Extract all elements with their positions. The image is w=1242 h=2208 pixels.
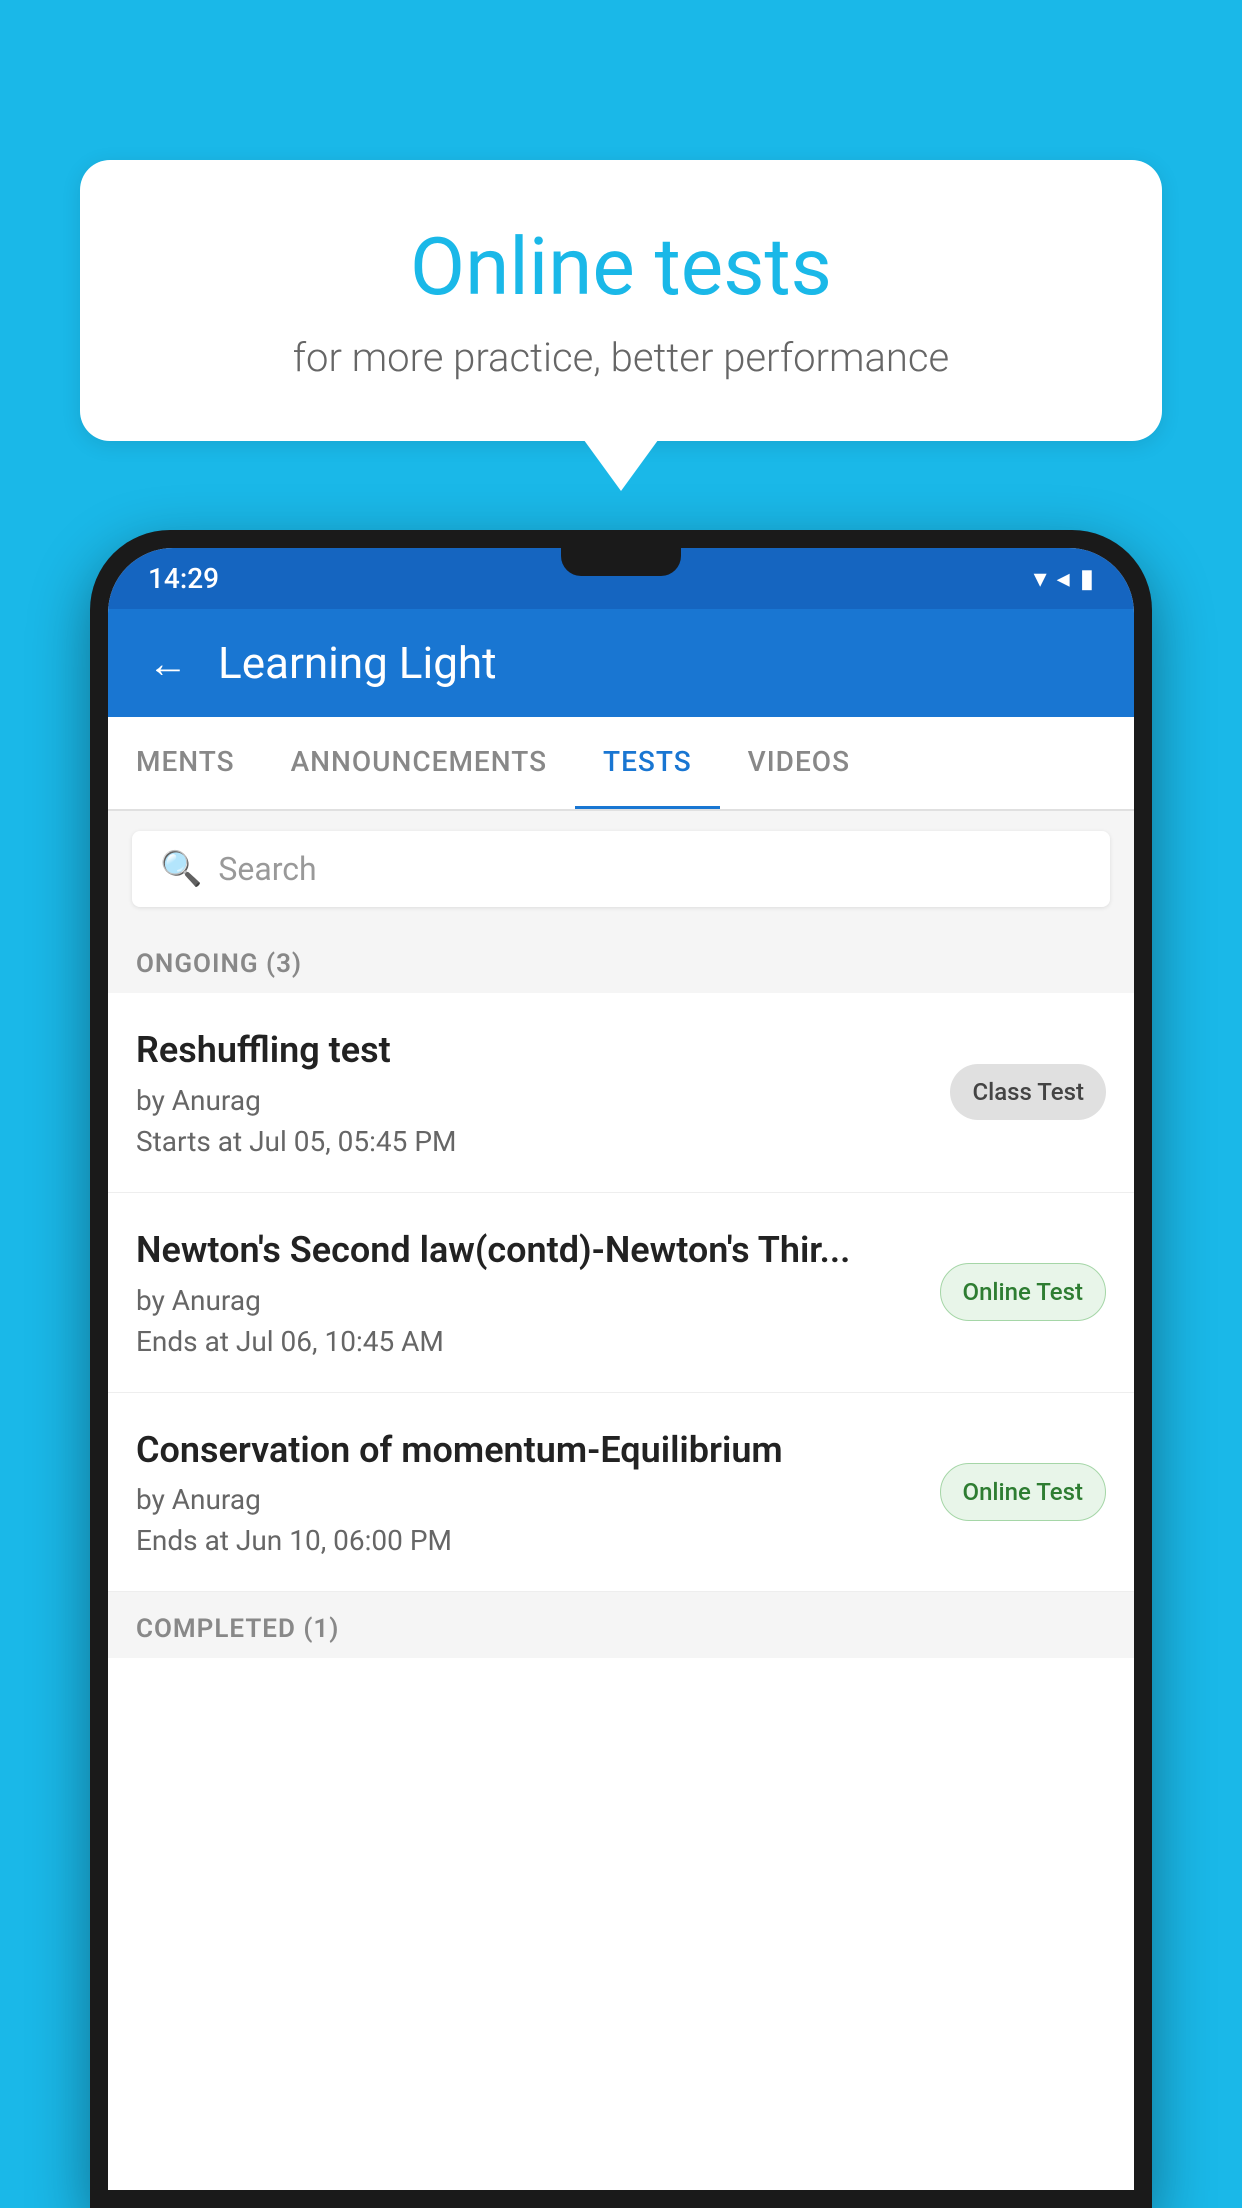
test-date-1: Starts at Jul 05, 05:45 PM bbox=[136, 1125, 930, 1158]
back-button[interactable]: ← bbox=[148, 640, 188, 687]
phone-notch bbox=[561, 548, 681, 576]
search-container: 🔍 Search bbox=[108, 811, 1134, 927]
test-author-1: by Anurag bbox=[136, 1084, 930, 1117]
ongoing-section-header: ONGOING (3) bbox=[108, 927, 1134, 993]
bubble-title: Online tests bbox=[160, 220, 1082, 314]
tab-tests[interactable]: TESTS bbox=[575, 717, 720, 809]
speech-bubble: Online tests for more practice, better p… bbox=[80, 160, 1162, 441]
test-item-2[interactable]: Newton's Second law(contd)-Newton's Thir… bbox=[108, 1193, 1134, 1393]
status-time: 14:29 bbox=[148, 562, 219, 595]
test-date-2: Ends at Jul 06, 10:45 AM bbox=[136, 1325, 920, 1358]
test-item-3[interactable]: Conservation of momentum-Equilibrium by … bbox=[108, 1393, 1134, 1593]
signal-icon: ◂ bbox=[1057, 564, 1070, 594]
test-info-1: Reshuffling test by Anurag Starts at Jul… bbox=[136, 1027, 950, 1158]
test-name-1: Reshuffling test bbox=[136, 1027, 930, 1074]
test-badge-2: Online Test bbox=[940, 1263, 1106, 1321]
test-author-2: by Anurag bbox=[136, 1284, 920, 1317]
search-placeholder-text: Search bbox=[218, 850, 316, 888]
tab-videos[interactable]: VIDEOS bbox=[720, 717, 878, 809]
test-name-3: Conservation of momentum-Equilibrium bbox=[136, 1427, 920, 1474]
status-icons: ▾ ◂ ▮ bbox=[1034, 564, 1094, 594]
search-icon: 🔍 bbox=[160, 849, 202, 889]
search-bar[interactable]: 🔍 Search bbox=[132, 831, 1110, 907]
test-date-3: Ends at Jun 10, 06:00 PM bbox=[136, 1524, 920, 1557]
test-info-3: Conservation of momentum-Equilibrium by … bbox=[136, 1427, 940, 1558]
test-name-2: Newton's Second law(contd)-Newton's Thir… bbox=[136, 1227, 920, 1274]
phone-frame: 14:29 ▾ ◂ ▮ ← Learning Light MENTS ANNOU… bbox=[90, 530, 1152, 2208]
phone-screen: 14:29 ▾ ◂ ▮ ← Learning Light MENTS ANNOU… bbox=[108, 548, 1134, 2190]
test-author-3: by Anurag bbox=[136, 1483, 920, 1516]
completed-section-header: COMPLETED (1) bbox=[108, 1592, 1134, 1658]
test-badge-3: Online Test bbox=[940, 1463, 1106, 1521]
tabs-container: MENTS ANNOUNCEMENTS TESTS VIDEOS bbox=[108, 717, 1134, 811]
test-info-2: Newton's Second law(contd)-Newton's Thir… bbox=[136, 1227, 940, 1358]
app-title: Learning Light bbox=[218, 637, 497, 689]
battery-icon: ▮ bbox=[1080, 564, 1094, 594]
tab-ments[interactable]: MENTS bbox=[108, 717, 263, 809]
app-header: ← Learning Light bbox=[108, 609, 1134, 717]
tab-announcements[interactable]: ANNOUNCEMENTS bbox=[263, 717, 575, 809]
bubble-subtitle: for more practice, better performance bbox=[160, 334, 1082, 381]
test-list: Reshuffling test by Anurag Starts at Jul… bbox=[108, 993, 1134, 2190]
wifi-icon: ▾ bbox=[1034, 564, 1047, 594]
test-badge-1: Class Test bbox=[950, 1064, 1106, 1120]
test-item-1[interactable]: Reshuffling test by Anurag Starts at Jul… bbox=[108, 993, 1134, 1193]
